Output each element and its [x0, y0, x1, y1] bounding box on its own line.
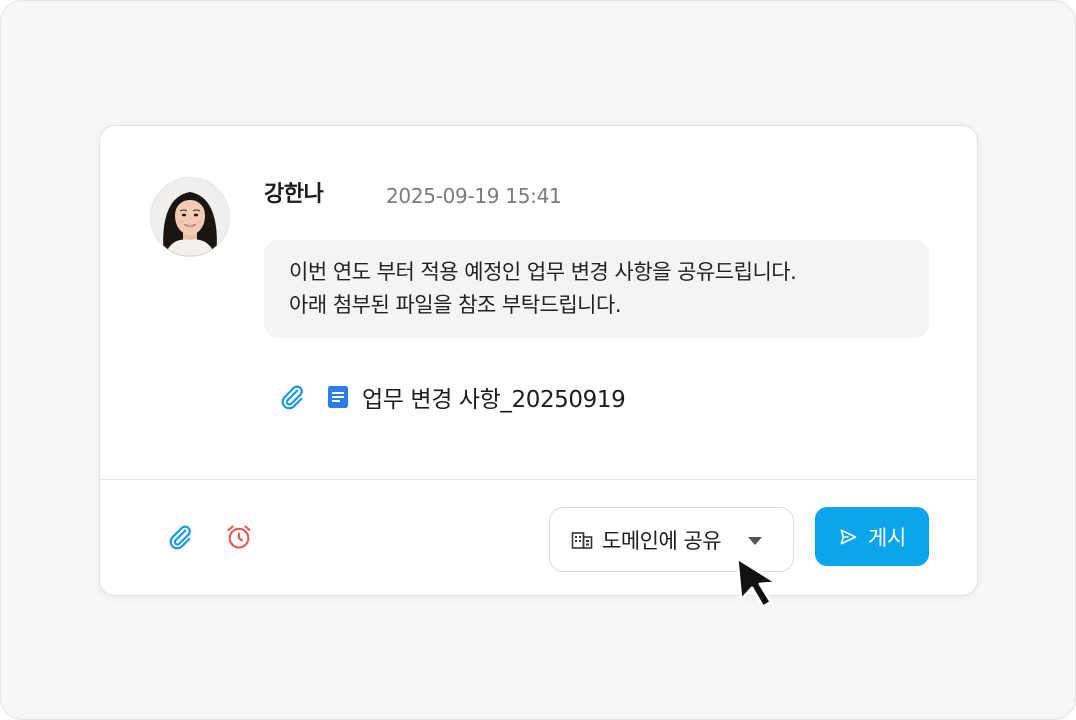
caret-down-icon — [748, 537, 762, 545]
send-icon — [840, 529, 857, 544]
post-button[interactable]: 게시 — [815, 507, 929, 566]
message-line: 아래 첨부된 파일을 참조 부탁드립니다. — [289, 293, 622, 317]
alarm-clock-icon — [227, 525, 251, 549]
message-line: 이번 연도 부터 적용 예정인 업무 변경 사항을 공유드립니다. — [289, 260, 797, 284]
attachment-item[interactable]: 업무 변경 사항_20250919 — [278, 379, 626, 415]
building-icon — [571, 531, 593, 549]
mouse-cursor-icon — [735, 556, 779, 609]
attach-button[interactable] — [163, 520, 197, 554]
document-icon — [328, 386, 348, 408]
post-card: 강한나 2025-09-19 15:41 이번 연도 부터 적용 예정인 업무 … — [99, 125, 978, 596]
paperclip-icon — [281, 385, 303, 410]
post-button-label: 게시 — [867, 525, 907, 550]
app-frame: 강한나 2025-09-19 15:41 이번 연도 부터 적용 예정인 업무 … — [0, 0, 1076, 720]
paperclip-icon — [169, 525, 191, 550]
author-name: 강한나 — [264, 182, 324, 207]
divider — [100, 479, 977, 480]
avatar-photo — [151, 178, 229, 256]
author-avatar[interactable] — [151, 178, 229, 256]
reminder-button[interactable] — [222, 520, 256, 554]
share-scope-label: 도메인에 공유 — [602, 528, 722, 553]
attachment-filename[interactable]: 업무 변경 사항_20250919 — [362, 380, 626, 414]
message-bubble: 이번 연도 부터 적용 예정인 업무 변경 사항을 공유드립니다. 아래 첨부된… — [264, 240, 929, 338]
post-timestamp: 2025-09-19 15:41 — [386, 184, 562, 208]
